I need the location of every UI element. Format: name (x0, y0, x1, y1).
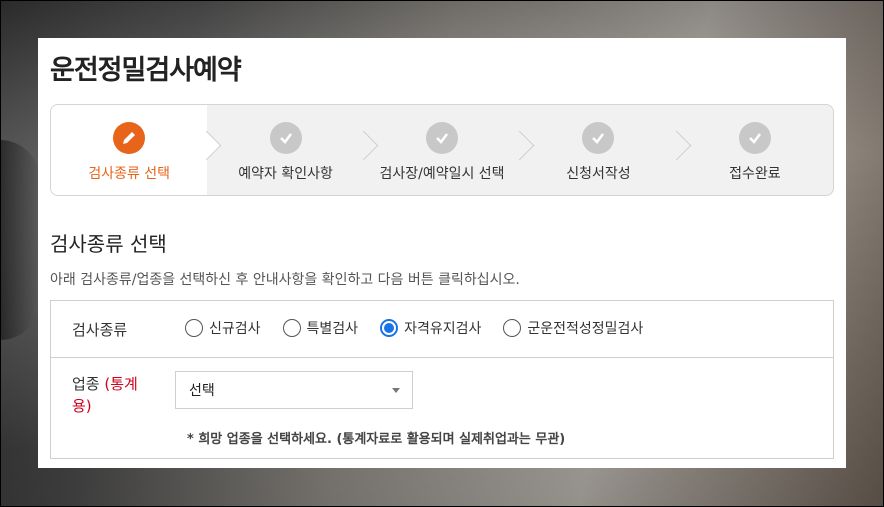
radio-label: 특별검사 (306, 321, 359, 337)
step-center-datetime: 검사장/예약일시 선택 (364, 105, 535, 195)
inspection-form: 검사종류 신규검사 특별검사 자격유지검사 군운전적성정밀검사 업종 (통계용)… (50, 300, 834, 459)
pencil-icon (113, 122, 146, 154)
check-icon (269, 122, 302, 154)
page-title: 운전정밀검사예약 (50, 55, 242, 86)
step-label: 검사장/예약일시 선택 (379, 166, 505, 182)
radio-special-inspection[interactable]: 특별검사 (282, 318, 359, 338)
step-label: 접수완료 (729, 166, 781, 182)
radio-new-inspection[interactable]: 신규검사 (185, 318, 261, 338)
background-car-shape (0, 140, 40, 340)
business-select-value: 선택 (189, 383, 215, 399)
step-reserver-confirm: 예약자 확인사항 (207, 105, 379, 195)
business-hint: * 희망 업종을 선택하세요. (통계자료로 활용되며 실제취업과는 무관) (187, 432, 566, 447)
inspection-type-row: 검사종류 신규검사 특별검사 자격유지검사 군운전적성정밀검사 (51, 301, 833, 358)
section-description: 아래 검사종류/업종을 선택하신 후 안내사항을 확인하고 다음 버튼 클릭하십… (50, 272, 520, 288)
radio-label: 자격유지검사 (404, 321, 482, 337)
radio-qualification-inspection[interactable]: 자격유지검사 (380, 318, 481, 338)
business-label-text: 업종 (72, 375, 100, 393)
inspection-type-label: 검사종류 (72, 321, 128, 339)
step-inspection-type: 검사종류 선택 (51, 105, 222, 195)
section-title: 검사종류 선택 (50, 232, 167, 256)
radio-button[interactable] (503, 319, 522, 337)
business-select[interactable]: 선택 (175, 371, 413, 409)
check-icon (738, 122, 771, 154)
step-label: 신청서작성 (566, 166, 631, 182)
inspection-type-radio-group: 신규검사 특별검사 자격유지검사 군운전적성정밀검사 (185, 318, 665, 338)
step-label: 검사종류 선택 (88, 166, 171, 182)
chevron-down-icon (392, 388, 400, 393)
step-label: 예약자 확인사항 (238, 166, 333, 182)
progress-steps: 검사종류 선택 예약자 확인사항 검사장/예약일시 선택 신청서작성 접수완료 (50, 104, 834, 196)
step-complete: 접수완료 (677, 105, 833, 195)
check-icon (426, 122, 459, 154)
radio-button[interactable] (185, 319, 203, 337)
step-application-form: 신청서작성 (520, 105, 691, 195)
reservation-panel: 운전정밀검사예약 검사종류 선택 예약자 확인사항 검사장/예약일시 선택 신청… (38, 38, 846, 468)
check-icon (582, 122, 615, 154)
radio-label: 신규검사 (209, 321, 261, 337)
business-label: 업종 (통계용) (72, 373, 152, 417)
radio-military-inspection[interactable]: 군운전적성정밀검사 (503, 318, 643, 338)
radio-button[interactable] (282, 319, 301, 337)
radio-label: 군운전적성정밀검사 (527, 321, 644, 337)
radio-button[interactable] (380, 319, 399, 337)
